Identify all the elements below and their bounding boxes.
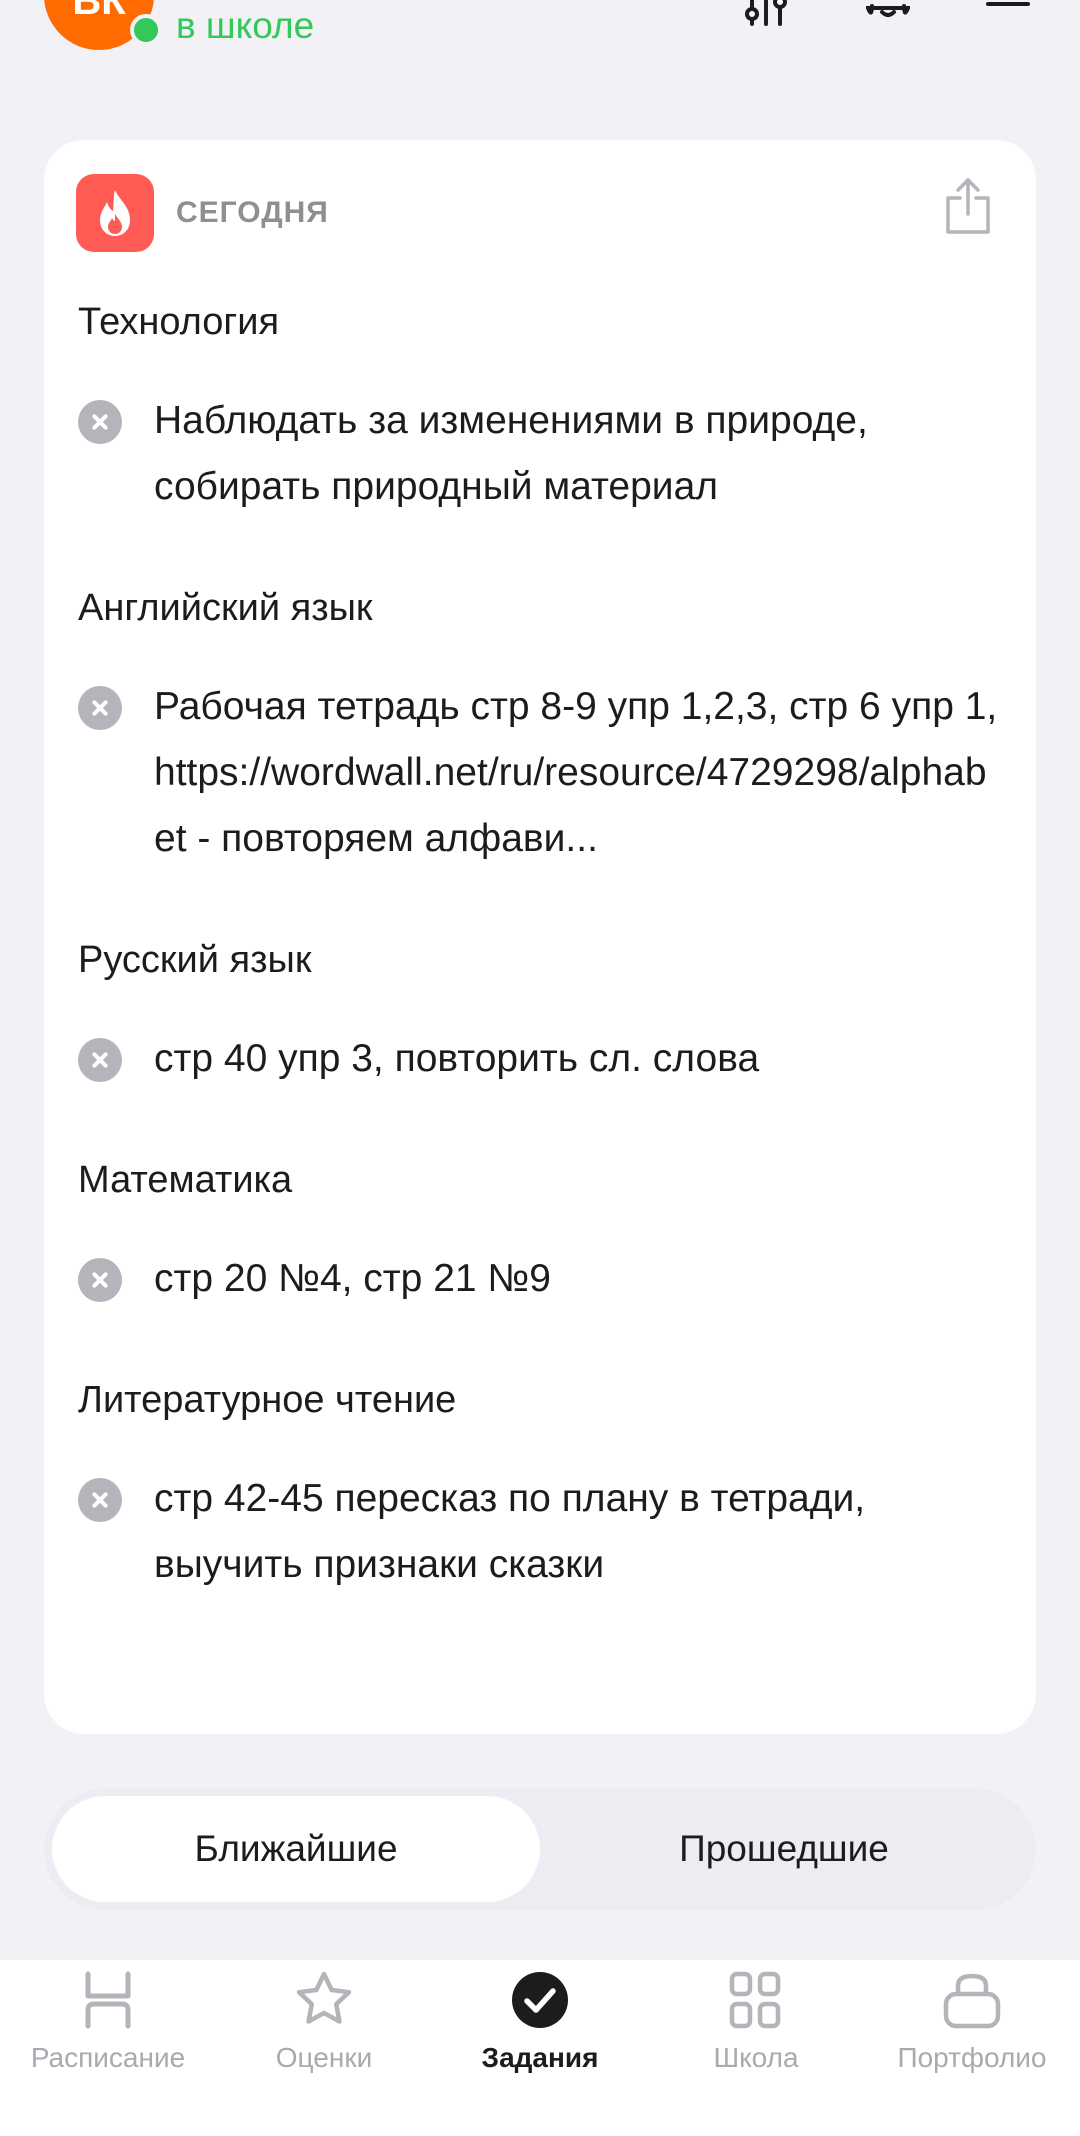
nav-label: Расписание <box>30 2042 186 2073</box>
task-item[interactable]: стр 20 №4, стр 21 №9 <box>78 1246 1006 1312</box>
past-tab[interactable]: Прошедшие <box>540 1796 1028 1902</box>
task-item[interactable]: стр 42-45 пересказ по плану в тетради, в… <box>78 1466 1006 1598</box>
subject-title: Английский язык <box>78 587 373 629</box>
status-x-icon <box>78 1478 122 1522</box>
subject-title: Математика <box>78 1159 293 1201</box>
briefcase-icon <box>943 1973 1001 2029</box>
nav-label: Оценки <box>275 2042 373 2073</box>
star-icon <box>296 1971 352 2024</box>
status-x-icon <box>78 1038 122 1082</box>
task-text: стр 42-45 пересказ по плану в тетради, в… <box>154 1477 866 1586</box>
task-list: Технология Наблюдать за изменениями в пр… <box>78 298 1006 1662</box>
task-item[interactable]: Рабочая тетрадь стр 8-9 упр 1,2,3, стр 6… <box>78 674 1006 872</box>
grid-icon <box>729 1971 781 2029</box>
nav-label: Портфолио <box>897 2042 1047 2073</box>
bell-icon[interactable] <box>866 0 910 30</box>
fire-icon <box>76 174 154 252</box>
nav-label: Школа <box>713 2042 799 2073</box>
app-header: ВК в школе <box>0 0 1080 80</box>
filter-icon[interactable] <box>744 0 788 30</box>
status-x-icon <box>78 686 122 730</box>
upcoming-tab[interactable]: Ближайшие <box>52 1796 540 1902</box>
check-circle-icon <box>512 1972 568 2028</box>
section-label: СЕГОДНЯ <box>176 196 329 229</box>
status-dot <box>130 14 162 46</box>
card-header: СЕГОДНЯ <box>76 174 1004 252</box>
subject-title: Технология <box>78 301 280 343</box>
schedule-icon <box>85 1971 131 2029</box>
nav-item-grades[interactable]: Оценки <box>216 1970 432 2074</box>
subject-title: Русский язык <box>78 939 312 981</box>
task-item[interactable]: стр 40 упр 3, повторить сл. слова <box>78 1026 1006 1092</box>
nav-label: Задания <box>481 2042 599 2073</box>
nav-item-schedule[interactable]: Расписание <box>0 1970 216 2074</box>
task-text: стр 40 упр 3, повторить сл. слова <box>154 1037 760 1080</box>
nav-item-portfolio[interactable]: Портфолио <box>864 1970 1080 2074</box>
status-text: в школе <box>176 5 315 46</box>
task-text: Наблюдать за изменениями в природе, соби… <box>154 399 868 508</box>
task-text: Рабочая тетрадь стр 8-9 упр 1,2,3, стр 6… <box>154 685 998 860</box>
nav-item-school[interactable]: Школа <box>648 1970 864 2074</box>
bottom-nav: Расписание Оценки Задания Школа Портфоли… <box>0 1960 1080 2136</box>
nav-item-tasks[interactable]: Задания <box>432 1970 648 2074</box>
status-x-icon <box>78 1258 122 1302</box>
task-text: стр 20 №4, стр 21 №9 <box>154 1257 551 1300</box>
period-segmented-control: Ближайшие Прошедшие <box>44 1788 1036 1910</box>
subject-title: Литературное чтение <box>78 1379 457 1421</box>
today-tasks-card: СЕГОДНЯ Технология Наблюдать за изменени… <box>44 140 1036 1734</box>
share-icon[interactable] <box>942 176 994 236</box>
status-x-icon <box>78 400 122 444</box>
task-item[interactable]: Наблюдать за изменениями в природе, соби… <box>78 388 1006 520</box>
menu-icon[interactable] <box>986 0 1030 30</box>
